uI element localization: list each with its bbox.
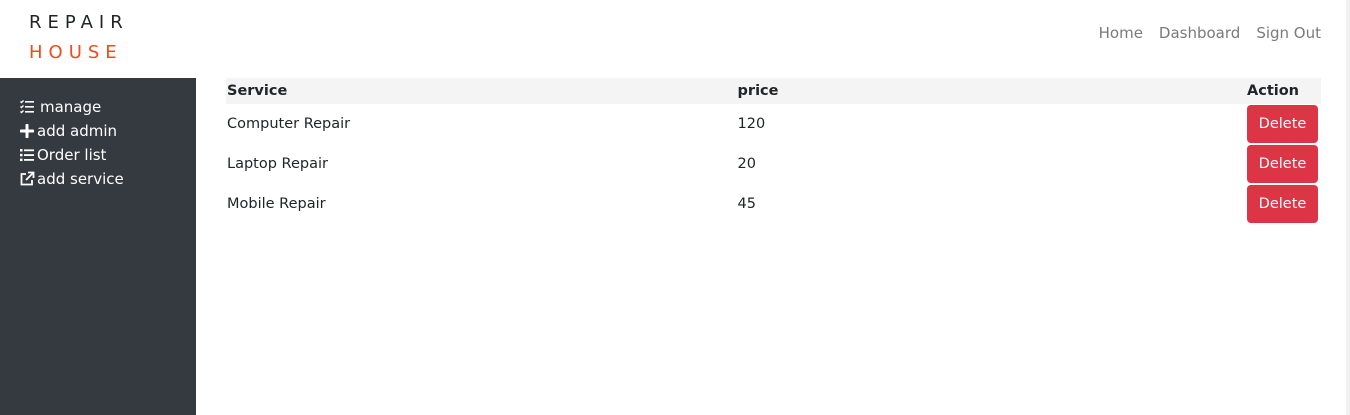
top-navigation: Home Dashboard Sign Out [1099, 24, 1321, 42]
cell-price: 45 [737, 196, 756, 212]
sidebar: manage add admin Order list add service [0, 78, 196, 415]
cell-action: Delete [1246, 104, 1321, 144]
table-row: Computer Repair 120 Delete [226, 104, 1321, 144]
sidebar-item-label: add admin [37, 122, 118, 140]
sidebar-item-add-admin[interactable]: add admin [0, 119, 196, 143]
checklist-icon [19, 99, 35, 115]
header-service: Service [227, 83, 288, 99]
cell-service: Laptop Repair [227, 156, 328, 172]
header-price: price [737, 83, 779, 99]
nav-home-link[interactable]: Home [1099, 24, 1143, 42]
table-header-row: Service price Action [226, 78, 1321, 104]
list-icon [19, 147, 35, 163]
nav-dashboard-link[interactable]: Dashboard [1159, 24, 1240, 42]
external-link-icon [19, 171, 35, 187]
brand-line-house: HOUSE [29, 42, 123, 63]
nav-sign-out-link[interactable]: Sign Out [1256, 24, 1321, 42]
table-row: Laptop Repair 20 Delete [226, 144, 1321, 184]
cell-action: Delete [1246, 184, 1321, 224]
sidebar-item-label: manage [40, 98, 102, 116]
delete-button[interactable]: Delete [1247, 185, 1318, 223]
cell-service: Mobile Repair [227, 196, 326, 212]
delete-button[interactable]: Delete [1247, 145, 1318, 183]
sidebar-item-order-list[interactable]: Order list [0, 143, 196, 167]
sidebar-item-manage[interactable]: manage [0, 95, 196, 119]
table-row: Mobile Repair 45 Delete [226, 184, 1321, 224]
services-table: Service price Action Computer Repair 120… [226, 78, 1321, 224]
cell-price: 20 [737, 156, 756, 172]
cell-service: Computer Repair [227, 116, 351, 132]
sidebar-item-label: add service [37, 170, 124, 188]
sidebar-item-label: Order list [37, 146, 107, 164]
page: REPAIR HOUSE Home Dashboard Sign Out man… [0, 0, 1350, 415]
scrollbar[interactable] [1346, 0, 1350, 415]
sidebar-item-add-service[interactable]: add service [0, 167, 196, 191]
brand-line-repair: REPAIR [29, 12, 129, 33]
plus-icon [19, 123, 35, 139]
cell-price: 120 [737, 116, 766, 132]
delete-button[interactable]: Delete [1247, 105, 1318, 143]
brand-logo[interactable]: REPAIR HOUSE [29, 8, 129, 68]
header-action: Action [1247, 83, 1300, 99]
main-content: Service price Action Computer Repair 120… [226, 78, 1321, 224]
cell-action: Delete [1246, 144, 1321, 184]
